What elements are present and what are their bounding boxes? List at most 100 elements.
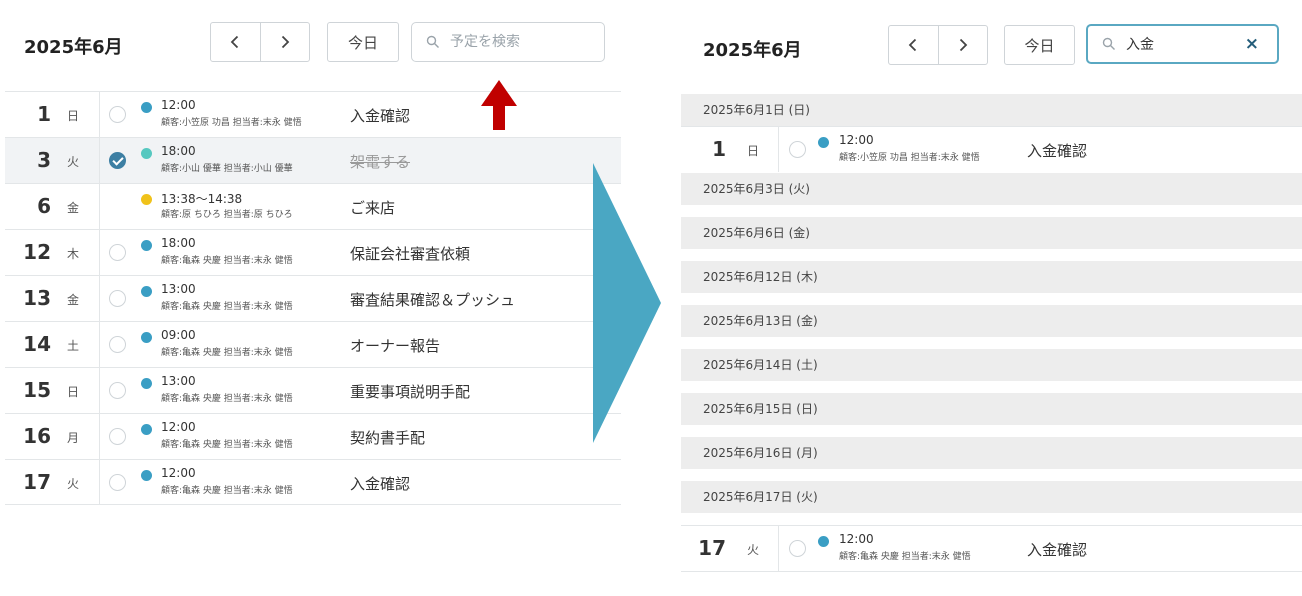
event-title[interactable]: 入金確認 bbox=[1027, 539, 1087, 560]
month-title: 2025年6月 bbox=[24, 37, 123, 58]
event-row[interactable]: 17 火 12:00 顧客:亀森 央慶 担当者:末永 健悟 入金確認 bbox=[681, 525, 1302, 572]
prev-month-button[interactable] bbox=[211, 23, 260, 61]
weekday: 金 bbox=[67, 293, 80, 307]
event-title[interactable]: 契約書手配 bbox=[350, 427, 425, 448]
event-row[interactable]: 13 金 13:00 顧客:亀森 央慶 担当者:末永 健悟 審査結果確認＆プッシ… bbox=[5, 275, 621, 321]
event-title[interactable]: 入金確認 bbox=[350, 473, 410, 494]
event-row[interactable]: 1 日 12:00 顧客:小笠原 功昌 担当者:末永 健悟 入金確認 bbox=[681, 126, 1302, 173]
weekday: 火 bbox=[67, 155, 80, 169]
event-customer: 顧客:亀森 央慶 担当者:末永 健悟 bbox=[161, 394, 293, 404]
calendar-list-after: 2025年6月 今日 × 2025年6月1日 (日) 1 日 bbox=[681, 0, 1302, 596]
next-month-button[interactable] bbox=[259, 23, 310, 61]
date-cell: 6 金 bbox=[5, 184, 100, 229]
status-dot bbox=[141, 424, 152, 435]
complete-checkbox[interactable] bbox=[789, 540, 806, 557]
weekday: 木 bbox=[67, 247, 80, 261]
event-time: 09:00 bbox=[161, 328, 196, 342]
date-cell: 17 火 bbox=[5, 460, 100, 505]
date-section-header: 2025年6月14日 (土) bbox=[681, 349, 1302, 381]
red-up-arrow-icon bbox=[481, 80, 517, 130]
search-box-active[interactable]: × bbox=[1086, 24, 1279, 64]
date-cell: 1 日 bbox=[5, 92, 100, 137]
date-section-header: 2025年6月1日 (日) bbox=[681, 94, 1302, 126]
calendar-list-before: 2025年6月 今日 1 日 12:00 顧客:小笠原 功昌 担 bbox=[5, 0, 621, 525]
event-customer: 顧客:亀森 央慶 担当者:末永 健悟 bbox=[161, 440, 293, 450]
search-box[interactable] bbox=[411, 22, 605, 62]
day-number: 16 bbox=[23, 424, 51, 448]
event-row[interactable]: 17 火 12:00 顧客:亀森 央慶 担当者:末永 健悟 入金確認 bbox=[5, 459, 621, 505]
complete-checkbox[interactable] bbox=[109, 244, 126, 261]
chevron-left-icon bbox=[230, 35, 239, 49]
complete-checkbox[interactable] bbox=[109, 382, 126, 399]
event-title[interactable]: 架電する bbox=[350, 151, 410, 172]
event-row[interactable]: 6 金 13:38〜14:38 顧客:原 ちひろ 担当者:原 ちひろ ご来店 bbox=[5, 183, 621, 229]
status-dot bbox=[141, 470, 152, 481]
weekday: 日 bbox=[747, 144, 760, 158]
event-customer: 顧客:亀森 央慶 担当者:末永 健悟 bbox=[839, 552, 971, 562]
day-number: 1 bbox=[712, 137, 726, 161]
status-dot bbox=[141, 378, 152, 389]
event-row[interactable]: 1 日 12:00 顧客:小笠原 功昌 担当者:末永 健悟 入金確認 bbox=[5, 91, 621, 137]
event-row[interactable]: 12 木 18:00 顧客:亀森 央慶 担当者:末永 健悟 保証会社審査依頼 bbox=[5, 229, 621, 275]
status-dot bbox=[141, 194, 152, 205]
complete-checkbox[interactable] bbox=[109, 290, 126, 307]
clear-search-icon[interactable]: × bbox=[1245, 34, 1259, 54]
next-month-button[interactable] bbox=[937, 26, 988, 64]
day-number: 17 bbox=[698, 536, 726, 560]
day-number: 13 bbox=[23, 286, 51, 310]
event-time: 12:00 bbox=[161, 466, 196, 480]
toolbar: 2025年6月 今日 × bbox=[681, 0, 1302, 92]
search-icon bbox=[426, 35, 440, 49]
event-time: 13:00 bbox=[161, 374, 196, 388]
chevron-right-icon bbox=[281, 35, 290, 49]
status-dot bbox=[141, 332, 152, 343]
date-cell: 15 日 bbox=[5, 368, 100, 413]
date-section-header: 2025年6月12日 (木) bbox=[681, 261, 1302, 293]
event-title[interactable]: 入金確認 bbox=[1027, 140, 1087, 161]
event-customer: 顧客:小笠原 功昌 担当者:末永 健悟 bbox=[161, 118, 302, 128]
today-button[interactable]: 今日 bbox=[1004, 25, 1075, 65]
day-number: 17 bbox=[23, 470, 51, 494]
complete-checkbox[interactable] bbox=[789, 141, 806, 158]
event-customer: 顧客:亀森 央慶 担当者:末永 健悟 bbox=[161, 486, 293, 496]
search-input[interactable] bbox=[1124, 35, 1248, 53]
complete-checkbox[interactable] bbox=[109, 106, 126, 123]
date-cell: 17 火 bbox=[681, 526, 779, 571]
day-number: 15 bbox=[23, 378, 51, 402]
event-row[interactable]: 16 月 12:00 顧客:亀森 央慶 担当者:末永 健悟 契約書手配 bbox=[5, 413, 621, 459]
search-results-list: 2025年6月1日 (日) 1 日 12:00 顧客:小笠原 功昌 担当者:末永… bbox=[681, 94, 1302, 572]
day-number: 6 bbox=[37, 194, 51, 218]
event-title[interactable]: 保証会社審査依頼 bbox=[350, 243, 470, 264]
weekday: 月 bbox=[67, 431, 80, 445]
complete-checkbox[interactable] bbox=[109, 428, 126, 445]
event-title[interactable]: 審査結果確認＆プッシュ bbox=[350, 289, 515, 310]
status-dot bbox=[818, 137, 829, 148]
date-section-header: 2025年6月17日 (火) bbox=[681, 481, 1302, 513]
complete-checkbox[interactable] bbox=[109, 474, 126, 491]
event-customer: 顧客:亀森 央慶 担当者:末永 健悟 bbox=[161, 256, 293, 266]
event-title[interactable]: オーナー報告 bbox=[350, 335, 440, 356]
month-title: 2025年6月 bbox=[703, 40, 802, 61]
event-customer: 顧客:亀森 央慶 担当者:末永 健悟 bbox=[161, 302, 293, 312]
complete-checkbox-checked[interactable] bbox=[109, 152, 126, 169]
today-button[interactable]: 今日 bbox=[327, 22, 399, 62]
weekday: 金 bbox=[67, 201, 80, 215]
status-dot bbox=[141, 148, 152, 159]
prev-month-button[interactable] bbox=[889, 26, 938, 64]
event-title[interactable]: ご来店 bbox=[350, 197, 395, 218]
event-row[interactable]: 14 土 09:00 顧客:亀森 央慶 担当者:末永 健悟 オーナー報告 bbox=[5, 321, 621, 367]
complete-checkbox[interactable] bbox=[109, 336, 126, 353]
search-input[interactable] bbox=[448, 33, 572, 51]
chevron-right-icon bbox=[959, 38, 968, 52]
date-section-header: 2025年6月3日 (火) bbox=[681, 173, 1302, 205]
date-cell: 14 土 bbox=[5, 322, 100, 367]
date-section-header: 2025年6月6日 (金) bbox=[681, 217, 1302, 249]
event-customer: 顧客:小笠原 功昌 担当者:末永 健悟 bbox=[839, 153, 980, 163]
event-title[interactable]: 重要事項説明手配 bbox=[350, 381, 470, 402]
event-row[interactable]: 15 日 13:00 顧客:亀森 央慶 担当者:末永 健悟 重要事項説明手配 bbox=[5, 367, 621, 413]
transition-arrow-icon bbox=[593, 163, 661, 443]
event-row[interactable]: 3 火 18:00 顧客:小山 優華 担当者:小山 優華 架電する bbox=[5, 137, 621, 183]
weekday: 火 bbox=[747, 543, 760, 557]
event-title[interactable]: 入金確認 bbox=[350, 105, 410, 126]
event-time: 12:00 bbox=[161, 98, 196, 112]
